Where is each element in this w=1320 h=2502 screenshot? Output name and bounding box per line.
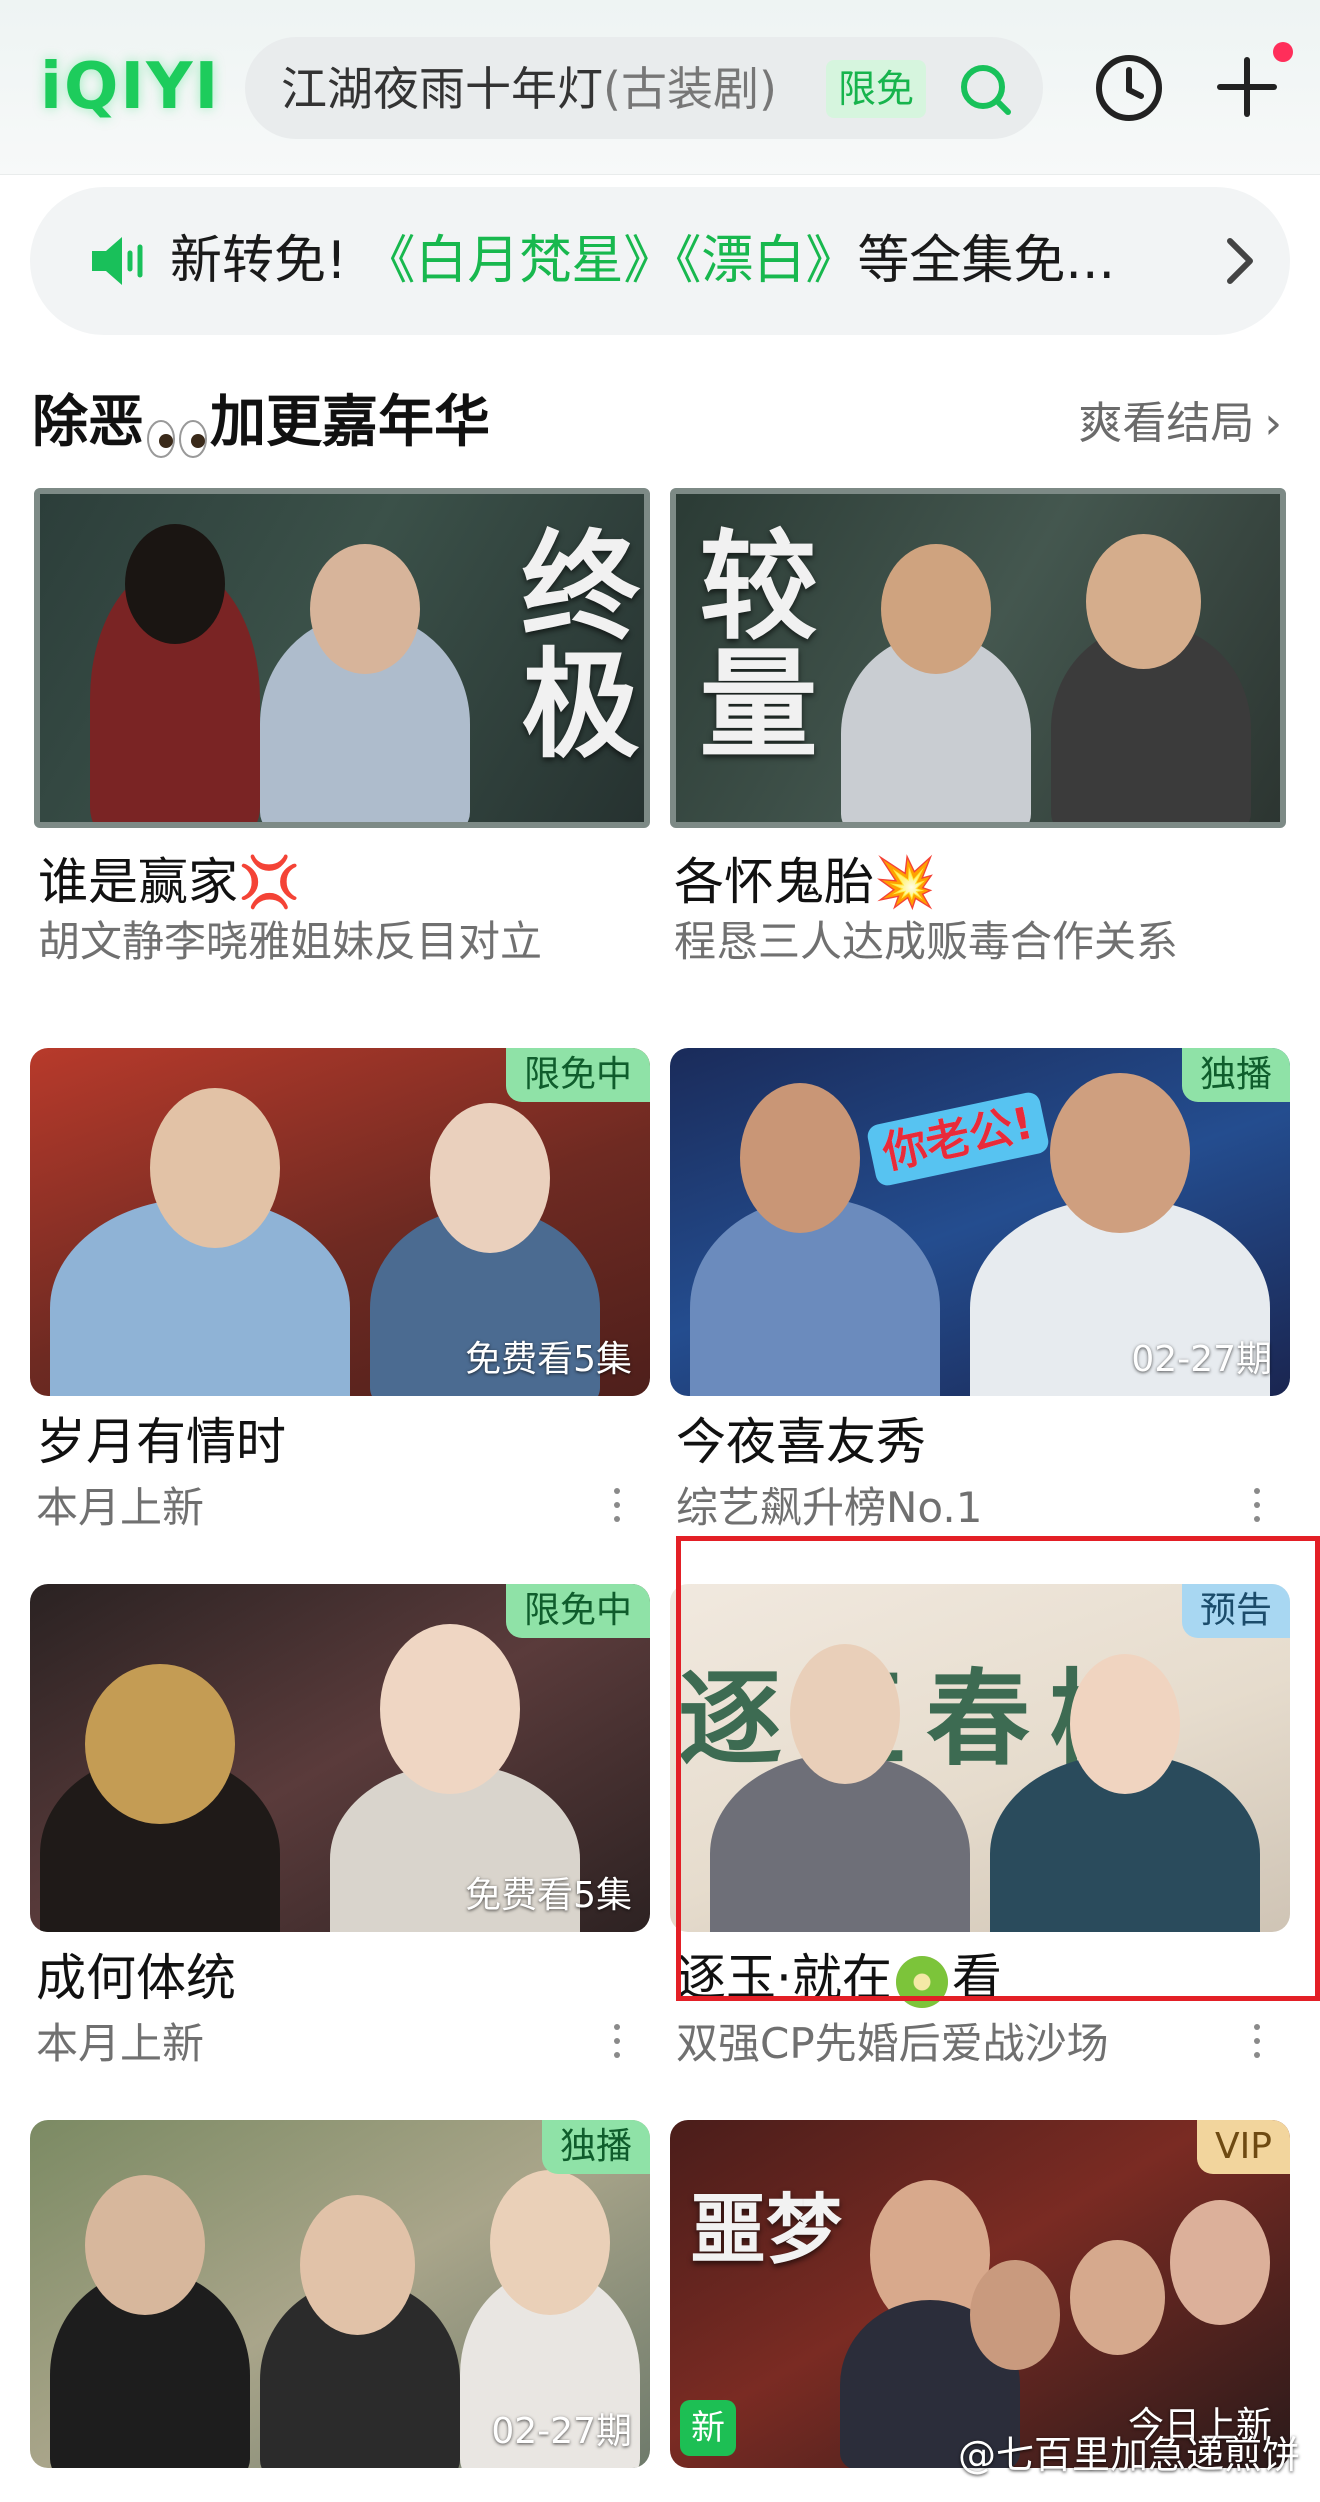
top-bar: iQIYI 江湖夜雨十年灯(古装剧) 限免 [0,0,1320,175]
promo-notice-banner[interactable]: 新转免! 《白月梵星》《漂白》等全集免... [30,187,1290,335]
notice-text: 新转免! 《白月梵星》《漂白》等全集免... [170,227,1115,295]
more-options-icon[interactable] [610,1484,624,1528]
search-free-badge: 限免 [826,60,927,118]
plus-icon[interactable] [1212,52,1282,122]
person-head [1050,1073,1190,1233]
episode-thumbnail[interactable]: 终极 [34,488,650,828]
exclusive-tag: 独播 [1181,1048,1290,1102]
show-thumbnail[interactable]: 限免中 免费看5集 [30,1048,650,1396]
notice-title-1: 《白月梵星》 [363,231,676,291]
episode-title-text: 各怀鬼胎 [674,853,874,911]
chevron-right-icon: › [1264,398,1282,449]
episode-subtitle: 程恳三人达成贩毒合作关系 [674,917,1179,966]
app-screen: iQIYI 江湖夜雨十年灯(古装剧) 限免 新转免! 《白月梵星》《漂白》等全集… [0,0,1320,2502]
section-more-label: 爽看结局 [1078,398,1255,449]
notification-dot [1273,42,1293,62]
person-head [85,2175,205,2315]
show-thumbnail[interactable]: 噩梦 VIP 新 今日上新 [670,2120,1290,2468]
notice-title-2: 《漂白》 [675,231,858,291]
show-thumbnail[interactable]: 你老公! 独播 02-27期 [670,1048,1290,1396]
person-head [1086,534,1201,669]
episodes-free-text: 免费看5集 [465,1339,632,1380]
episode-date-text: 02-27期 [491,2411,632,2452]
show-title: 今夜喜友秀 [676,1413,926,1471]
episode-title-text: 谁是赢家 [38,853,238,911]
notice-suffix: 等全集免... [857,231,1116,291]
person-head [970,2260,1060,2370]
episode-card[interactable]: 较量 各怀鬼胎💥 程恳三人达成贩毒合作关系 [670,488,1286,988]
show-title: 岁月有情时 [36,1413,286,1471]
free-tag: 限免中 [505,1584,650,1638]
episode-date-text: 02-27期 [1131,1339,1272,1380]
speaker-icon [92,237,143,285]
show-card[interactable]: 独播 02-27期 [30,2120,650,2502]
section-more-link[interactable]: 爽看结局 › [1078,394,1282,454]
show-thumbnail[interactable]: 独播 02-27期 [30,2120,650,2468]
search-icon[interactable] [957,61,1013,117]
free-tag: 限免中 [505,1048,650,1102]
poster-overlay-text: 较量 [679,524,817,760]
search-query-text: 江湖夜雨十年灯 [281,62,603,116]
explosion-emoji-icon: 💥 [874,853,937,911]
poster-overlay-text: 噩梦 [690,2185,842,2274]
person-head [740,1083,860,1233]
section-title: 除恶 加更嘉年华 [32,388,490,458]
episode-title: 各怀鬼胎💥 [674,850,936,914]
show-title: 成何体统 [36,1949,236,2007]
episode-subtitle: 胡文静李晓雅姐妹反目对立 [38,917,543,966]
headdress [85,1664,235,1824]
person-head [310,544,420,674]
show-card[interactable]: 你老公! 独播 02-27期 今夜喜友秀 综艺飙升榜No.1 [670,1048,1290,1548]
person-head [1070,2240,1165,2355]
vip-tag: VIP [1197,2120,1290,2174]
person-head [1170,2200,1270,2325]
episode-title: 谁是赢家💢 [38,850,300,914]
show-card[interactable]: 限免中 免费看5集 岁月有情时 本月上新 [30,1048,650,1548]
more-options-icon[interactable] [1250,2020,1264,2064]
person-head [380,1624,520,1794]
more-options-icon[interactable] [1250,1484,1264,1528]
show-subtitle: 本月上新 [36,2019,205,2068]
show-thumbnail[interactable]: 限免中 免费看5集 [30,1584,650,1932]
exclusive-tag: 独播 [541,2120,650,2174]
more-options-icon[interactable] [610,2020,624,2064]
notice-prefix: 新转免! [170,231,347,291]
red-highlight-box [676,1536,1320,2001]
show-subtitle: 综艺飙升榜No.1 [676,1483,983,1532]
search-query-hint: (古装剧) [603,62,777,116]
person-head [125,524,225,644]
anger-emoji-icon: 💢 [238,853,301,911]
new-badge: 新 [680,2400,736,2456]
show-card[interactable]: 限免中 免费看5集 成何体统 本月上新 [30,1584,650,2084]
weibo-watermark: @七百里加急递煎饼 [957,2433,1300,2477]
iqiyi-logo[interactable]: iQIYI [40,52,220,122]
eyes-emoji-icon [146,406,208,458]
history-clock-icon[interactable] [1093,52,1165,124]
person-head [150,1088,280,1248]
episode-card[interactable]: 终极 谁是赢家💢 胡文静李晓雅姐妹反目对立 [34,488,650,988]
poster-overlay-text: 终极 [501,524,639,760]
chevron-right-icon [1227,238,1253,284]
search-bar[interactable]: 江湖夜雨十年灯(古装剧) 限免 [245,37,1043,139]
person-head [430,1103,550,1253]
section-title-part1: 除恶 [32,390,144,455]
show-subtitle: 双强CP先婚后爱战沙场 [676,2019,1109,2068]
search-query: 江湖夜雨十年灯(古装剧) [281,61,777,117]
section-title-part2: 加更嘉年华 [210,390,490,455]
episodes-free-text: 免费看5集 [465,1875,632,1916]
episode-thumbnail[interactable]: 较量 [670,488,1286,828]
person-head [490,2170,610,2315]
person-head [300,2195,415,2335]
poster-overlay-text: 你老公! [865,1090,1051,1188]
person-head [881,544,991,674]
show-subtitle: 本月上新 [36,1483,205,1532]
